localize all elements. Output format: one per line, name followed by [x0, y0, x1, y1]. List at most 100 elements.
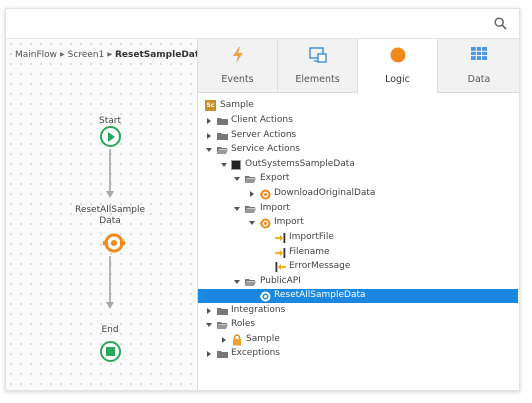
tab-elements[interactable]: Elements: [278, 39, 358, 92]
tree-item-roles[interactable]: Roles: [198, 318, 519, 332]
tree-item-label: Integrations: [231, 305, 286, 315]
panel-tabs: Events Elements Logic Data: [198, 39, 519, 93]
open-folder-icon: [245, 279, 256, 286]
end-node-icon[interactable]: [100, 341, 121, 362]
open-folder-icon: [217, 147, 228, 154]
service-action-icon: [260, 189, 271, 200]
lock-icon: [233, 334, 241, 346]
screen-icon: [308, 47, 327, 63]
tree-item-label: Server Actions: [231, 130, 297, 140]
app-window: MainFlow ▶ Screen1 ▶ ResetSampleData Start R…: [5, 8, 520, 391]
tree-item-reset-selected[interactable]: ResetAllSampleData: [198, 289, 518, 303]
folder-icon: [217, 351, 228, 358]
folder-icon: [217, 118, 228, 125]
input-parameter-icon: [275, 233, 286, 243]
start-node-icon[interactable]: [100, 126, 121, 147]
module-icon: [231, 160, 241, 170]
tree-item-client-actions[interactable]: Client Actions: [198, 114, 519, 128]
breadcrumb-current: ResetSampleData: [114, 50, 206, 60]
run-action-node-icon[interactable]: [103, 232, 125, 254]
tree-item-server-actions[interactable]: Server Actions: [198, 129, 519, 143]
tree-item-label: Sample: [220, 100, 254, 110]
action-label-line2: Data: [99, 216, 121, 226]
tree-item-integrations[interactable]: Integrations: [198, 304, 519, 318]
tree-item-exceptions[interactable]: Exceptions: [198, 347, 519, 361]
tree-item-label: Client Actions: [231, 115, 293, 125]
expand-caret-icon[interactable]: [222, 337, 226, 343]
action-label: ResetAllSample Data: [70, 205, 150, 227]
tree-item-label: Export: [260, 173, 290, 183]
tree-item-output-param[interactable]: ErrorMessage: [198, 260, 519, 274]
folder-icon: [217, 308, 228, 315]
collapse-caret-icon[interactable]: [206, 323, 212, 327]
service-action-icon: [260, 218, 271, 229]
flow-connector: [109, 256, 111, 302]
tab-logic-label: Logic: [385, 74, 410, 85]
search-icon[interactable]: [494, 17, 507, 30]
breadcrumb: MainFlow ▶ Screen1 ▶ ResetSampleData: [15, 50, 205, 60]
collapse-caret-icon[interactable]: [249, 221, 255, 225]
expand-caret-icon[interactable]: [207, 133, 211, 139]
tree-item-label: DownloadOriginalData: [274, 188, 376, 198]
tab-logic[interactable]: Logic: [358, 39, 438, 93]
tree-item-label: Import: [274, 217, 304, 227]
open-folder-icon: [217, 322, 228, 329]
output-parameter-icon: [275, 262, 286, 272]
table-icon: [471, 47, 487, 60]
tab-events-label: Events: [221, 74, 254, 85]
tree-item-label: Service Actions: [231, 144, 300, 154]
tab-elements-label: Elements: [295, 74, 340, 85]
tree-item-input-param[interactable]: ImportFile: [198, 231, 519, 245]
tree-item-service-actions[interactable]: Service Actions: [198, 143, 519, 157]
collapse-caret-icon[interactable]: [234, 207, 240, 211]
tree-item-root[interactable]: Sc Sample: [198, 99, 519, 113]
tree-item-public-api[interactable]: PublicAPI: [198, 275, 519, 289]
open-folder-icon: [245, 206, 256, 213]
tree-item-export[interactable]: Export: [198, 172, 519, 186]
top-toolbar: [6, 9, 519, 39]
tree-item-label: ErrorMessage: [289, 261, 351, 271]
tree-item-import-action[interactable]: Import: [198, 216, 519, 230]
expand-caret-icon[interactable]: [207, 351, 211, 357]
tree-item-input-param[interactable]: Filename: [198, 246, 519, 260]
tree-item-label: OutSystemsSampleData: [245, 159, 355, 169]
flow-connector: [109, 149, 111, 191]
tree-item-import-folder[interactable]: Import: [198, 202, 519, 216]
circle-icon: [390, 47, 405, 63]
collapse-caret-icon[interactable]: [206, 148, 212, 152]
tree-item-download[interactable]: DownloadOriginalData: [198, 187, 519, 201]
tree-item-role-sample[interactable]: Sample: [198, 333, 519, 347]
breadcrumb-mainflow[interactable]: MainFlow: [15, 50, 57, 60]
collapse-caret-icon[interactable]: [234, 280, 240, 284]
open-folder-icon: [245, 176, 256, 183]
tab-data-label: Data: [467, 74, 491, 85]
breadcrumb-screen[interactable]: Screen1: [68, 50, 105, 60]
action-label-line1: ResetAllSample: [74, 205, 146, 215]
flow-canvas[interactable]: MainFlow ▶ Screen1 ▶ ResetSampleData Start R…: [6, 39, 205, 390]
service-action-icon: [260, 291, 271, 302]
tree-item-label: PublicAPI: [260, 276, 301, 286]
collapse-caret-icon[interactable]: [221, 163, 227, 167]
tree-item-label: Import: [260, 203, 290, 213]
tree-item-label: Roles: [231, 319, 256, 329]
collapse-caret-icon[interactable]: [234, 177, 240, 181]
expand-caret-icon[interactable]: [207, 308, 211, 314]
tree-item-label: ResetAllSampleData: [274, 290, 366, 300]
right-panel: Events Elements Logic Data Sc Sample Cli…: [197, 39, 519, 390]
breadcrumb-separator-icon: ▶: [107, 51, 112, 58]
arrow-icon: [106, 191, 114, 198]
tree-item-label: Sample: [246, 334, 280, 344]
expand-caret-icon[interactable]: [207, 118, 211, 124]
input-parameter-icon: [275, 248, 286, 258]
lightning-icon: [232, 47, 243, 63]
tree-item-module[interactable]: OutSystemsSampleData: [198, 158, 519, 172]
tree-item-label: ImportFile: [289, 232, 334, 242]
module-badge-icon: Sc: [205, 100, 216, 111]
breadcrumb-separator-icon: ▶: [60, 51, 65, 58]
folder-icon: [217, 133, 228, 140]
arrow-icon: [106, 302, 114, 309]
tab-events[interactable]: Events: [198, 39, 278, 92]
tab-data[interactable]: Data: [438, 39, 519, 92]
tree-item-label: Exceptions: [231, 348, 280, 358]
expand-caret-icon[interactable]: [250, 191, 254, 197]
